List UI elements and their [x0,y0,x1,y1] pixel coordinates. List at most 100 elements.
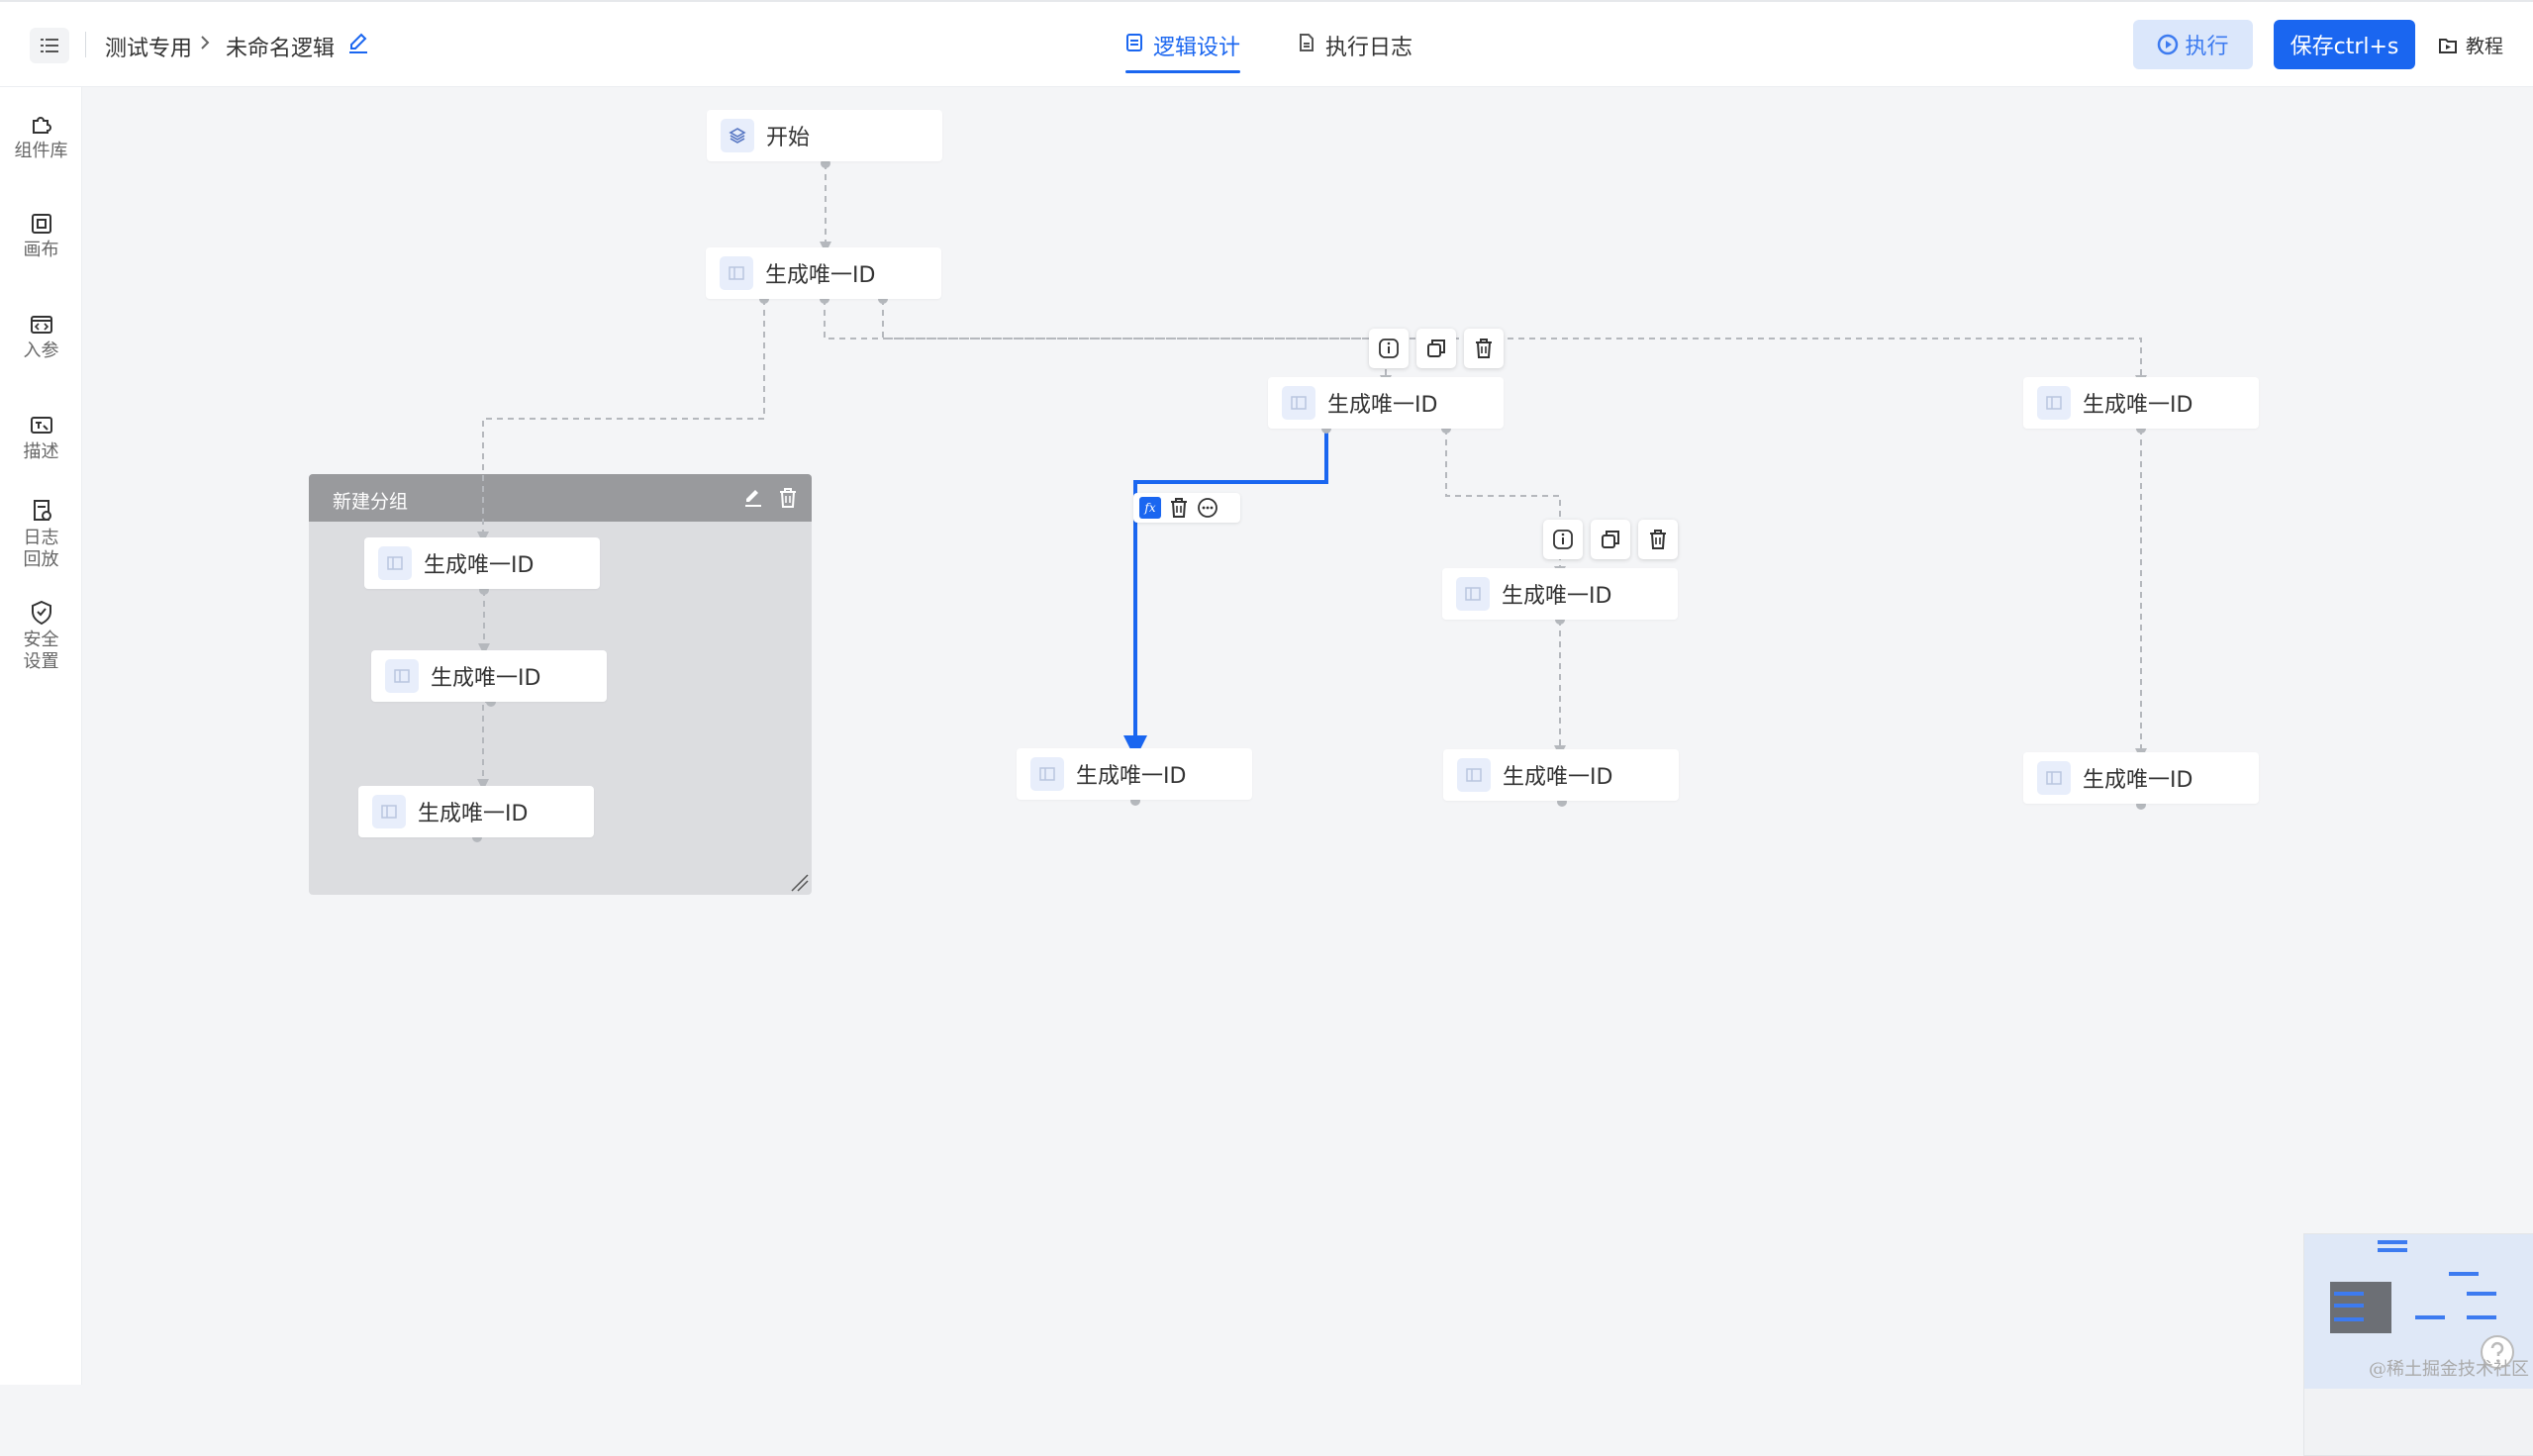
info-button[interactable] [1543,520,1583,559]
delete-button[interactable] [1464,329,1504,368]
tab-execution-log[interactable]: 执行日志 [1298,30,1413,87]
sidebar-item-label: 画布 [23,240,59,260]
fx-icon[interactable]: fx [1139,497,1161,519]
node-label: 生成唯一ID [418,802,529,826]
copy-icon [1602,531,1619,548]
left-sidebar: 组件库 画布 入参 描述 日志回放 安全设置 [0,87,82,1385]
selected-edge[interactable] [1123,429,1328,759]
node-generate-id[interactable]: 生成唯一ID [1443,749,1679,801]
copy-button[interactable] [1591,520,1630,559]
copy-icon [1427,340,1445,357]
edge[interactable] [477,701,491,791]
breadcrumb-project[interactable]: 测试专用 [105,31,192,62]
component-icon [1457,758,1491,792]
description-icon [30,417,52,434]
info-icon [1379,339,1399,358]
sidebar-item-canvas[interactable]: 画布 [0,212,82,261]
logic-canvas[interactable]: 新建分组 开始 生成唯一ID 生成唯一ID 生成唯一ID 生成唯一ID 生成唯一… [83,87,2533,1456]
layers-icon [721,119,754,152]
play-circle-icon [2158,34,2179,55]
node-generate-id[interactable]: 生成唯一ID [2023,752,2259,804]
edge-layer [472,158,2147,842]
sidebar-item-label: 安全设置 [23,630,59,672]
component-icon [372,795,406,828]
breadcrumb-logic-name: 未命名逻辑 [226,37,336,61]
more-icon[interactable] [1197,497,1218,519]
folder-play-icon [2439,38,2457,53]
node-label: 生成唯一ID [1327,393,1438,418]
top-header: 测试专用 未命名逻辑 逻辑设计 执行日志 执行 保存ctrl+s 教程 [0,0,2533,87]
node-generate-id[interactable]: 生成唯一ID [1017,748,1252,800]
edge[interactable] [824,299,1392,387]
edge[interactable] [882,299,2147,387]
delete-button[interactable] [1638,520,1678,559]
node-generate-id[interactable]: 生成唯一ID [2023,377,2259,429]
chevron-right-icon [201,36,210,49]
edit-name-icon[interactable] [346,32,370,55]
component-icon [378,546,412,580]
sidebar-item-log-replay[interactable]: 日志回放 [0,498,82,571]
tab-logic-design-label: 逻辑设计 [1153,36,1241,60]
save-button-label: 保存ctrl+s [2289,35,2399,59]
code-window-icon [30,316,52,334]
component-icon [1030,757,1064,791]
node-label: 生成唯一ID [765,263,876,288]
component-icon [385,659,419,693]
node-label: 生成唯一ID [431,666,541,691]
header-divider [85,32,86,57]
component-icon [2037,386,2071,420]
node-label: 开始 [766,126,811,150]
node-toolbar [1543,520,1678,559]
delete-icon[interactable] [1169,497,1189,519]
node-label: 生成唯一ID [1503,765,1613,790]
sidebar-item-label: 入参 [23,340,59,361]
node-label: 生成唯一ID [1076,764,1187,789]
edge[interactable] [477,299,765,543]
start-node[interactable]: 开始 [707,110,942,161]
component-icon [1282,386,1315,420]
sidebar-item-description[interactable]: 描述 [0,414,82,463]
run-button[interactable]: 执行 [2133,20,2253,69]
node-generate-id[interactable]: 生成唯一ID [1268,377,1504,429]
log-replay-icon [33,500,51,521]
tab-logic-design[interactable]: 逻辑设计 [1125,30,1241,87]
copy-button[interactable] [1416,329,1456,368]
node-label: 生成唯一ID [2083,768,2193,793]
node-generate-id[interactable]: 生成唯一ID [706,247,941,299]
edge-toolbar: fx [1133,493,1240,523]
sidebar-item-components[interactable]: 组件库 [0,111,82,162]
sidebar-item-security[interactable]: 安全设置 [0,600,82,673]
delete-icon [1650,530,1666,549]
tutorial-label: 教程 [2466,36,2504,57]
design-doc-icon [1126,34,1142,51]
node-generate-id[interactable]: 生成唯一ID [364,537,600,589]
shield-check-icon [31,600,51,626]
watermark: @稀土掘金技术社区 [2369,1359,2529,1380]
puzzle-icon [32,117,51,134]
sidebar-item-label: 日志回放 [23,528,59,570]
info-icon [1553,530,1573,549]
save-button[interactable]: 保存ctrl+s [2274,20,2415,69]
run-button-label: 执行 [2185,35,2229,59]
sidebar-item-label: 组件库 [14,141,68,161]
component-icon [1456,577,1490,611]
svg-text:fx: fx [1143,501,1155,515]
document-icon [1300,34,1314,51]
list-icon [41,39,58,52]
component-icon [2037,761,2071,795]
node-label: 生成唯一ID [2083,393,2193,418]
menu-toggle-button[interactable] [30,28,69,63]
info-button[interactable] [1369,329,1409,368]
node-toolbar [1369,329,1504,368]
tutorial-button[interactable]: 教程 [2438,32,2503,58]
node-generate-id[interactable]: 生成唯一ID [371,650,607,702]
node-generate-id[interactable]: 生成唯一ID [358,786,594,837]
tab-execution-log-label: 执行日志 [1325,36,1413,60]
canvas-icon [31,214,51,234]
delete-icon [1476,339,1492,358]
component-icon [720,256,753,290]
sidebar-item-params[interactable]: 入参 [0,313,82,362]
node-label: 生成唯一ID [1502,584,1612,609]
node-generate-id[interactable]: 生成唯一ID [1442,568,1678,620]
node-label: 生成唯一ID [424,553,535,578]
